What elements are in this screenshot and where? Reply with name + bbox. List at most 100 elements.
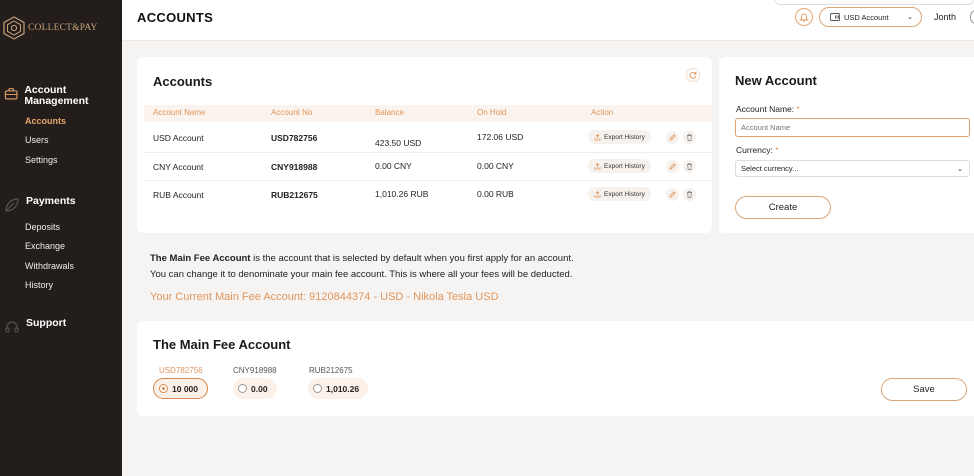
column-header-account-no: Account No [271, 108, 313, 117]
sidebar-item-deposits[interactable]: Deposits [25, 218, 122, 237]
currency-select[interactable]: Select currency... ⌄ [735, 160, 970, 177]
fee-option: RUB212675 1,010.26 [308, 366, 369, 399]
refresh-button[interactable] [686, 68, 700, 82]
nav-head-label: Payments [26, 195, 76, 207]
brand-name: COLLECT&PAY [28, 23, 98, 33]
nav-section-support: Support [0, 318, 122, 335]
required-mark: * [796, 104, 800, 114]
chevron-down-icon: ⌄ [957, 165, 963, 173]
main-fee-title: The Main Fee Account [153, 337, 291, 352]
edit-button[interactable] [666, 131, 679, 144]
export-icon [594, 162, 601, 169]
create-button[interactable]: Create [735, 196, 831, 219]
export-history-button[interactable]: Export History [588, 130, 651, 144]
trash-icon [687, 134, 692, 141]
nav-head-label: Support [26, 317, 67, 329]
account-name: CNY Account [153, 162, 204, 172]
export-history-button[interactable]: Export History [588, 159, 651, 173]
briefcase-icon [4, 88, 18, 100]
headset-icon [5, 321, 19, 333]
export-history-label: Export History [604, 133, 645, 141]
sidebar-item-exchange[interactable]: Exchange [25, 237, 122, 256]
radio-unselected-icon [313, 384, 322, 393]
bell-icon [799, 13, 809, 22]
sidebar-item-withdrawals[interactable]: Withdrawals [25, 257, 122, 276]
account-balance: 1,010.26 RUB [375, 189, 429, 199]
fee-info-rest: is the account that is selected by defau… [250, 253, 574, 264]
pencil-icon [669, 163, 676, 170]
account-name: USD Account [153, 133, 204, 143]
fee-option-radio[interactable]: 10 000 [153, 378, 208, 399]
accounts-title: Accounts [153, 74, 213, 89]
account-on-hold: 172.06 USD [477, 132, 524, 142]
edit-button[interactable] [666, 160, 679, 173]
refresh-icon [689, 71, 697, 79]
new-account-title: New Account [735, 73, 817, 88]
radio-selected-icon [159, 384, 168, 393]
nav-head-account-management[interactable]: Account Management [0, 85, 122, 107]
account-on-hold: 0.00 CNY [477, 161, 514, 171]
nav-head-support[interactable]: Support [0, 318, 122, 335]
delete-button[interactable] [683, 131, 696, 144]
currency-label-text: Currency: [736, 145, 773, 155]
account-selector-label: USD Account [844, 12, 889, 22]
nav-section-payments: Payments Deposits Exchange Withdrawals H… [0, 196, 122, 295]
avatar[interactable] [970, 10, 974, 24]
fee-option-value: 10 000 [172, 383, 198, 394]
trash-icon [687, 163, 692, 170]
fee-option-label: RUB212675 [309, 366, 353, 375]
account-name: RUB Account [153, 190, 204, 200]
fee-info-line-2: You can change it to denominate your mai… [150, 269, 573, 280]
topbar: ACCOUNTS USD Account ⌄ Jonth [122, 0, 974, 41]
row-divider [144, 180, 712, 181]
fee-option-radio[interactable]: 0.00 [233, 378, 277, 399]
export-history-button[interactable]: Export History [588, 187, 651, 201]
account-number: RUB212675 [271, 190, 318, 200]
leaf-icon [5, 198, 19, 212]
sidebar-item-history[interactable]: History [25, 276, 122, 295]
row-divider [144, 152, 712, 153]
column-header-balance: Balance [375, 108, 404, 117]
required-mark: * [775, 145, 779, 155]
user-name[interactable]: Jonth [934, 12, 956, 22]
brand-logo[interactable]: COLLECT&PAY [3, 16, 98, 40]
wallet-icon [830, 13, 840, 21]
column-header-account-name: Account Name [153, 108, 206, 117]
notification-button[interactable] [795, 8, 813, 26]
page-title: ACCOUNTS [137, 10, 214, 25]
account-on-hold: 0.00 RUB [477, 189, 514, 199]
nav-head-label: Account Management [24, 84, 89, 107]
fee-option-value: 1,010.26 [326, 383, 360, 394]
export-icon [594, 190, 601, 197]
table-header [144, 105, 712, 122]
account-selector[interactable]: USD Account ⌄ [819, 7, 922, 27]
currency-select-value: Select currency... [741, 164, 799, 173]
sidebar-item-users[interactable]: Users [25, 131, 122, 150]
account-number: USD782756 [271, 133, 318, 143]
sidebar-item-accounts[interactable]: Accounts [25, 112, 122, 131]
top-decor [774, 0, 974, 5]
nav-head-payments[interactable]: Payments [0, 196, 122, 213]
radio-unselected-icon [238, 384, 247, 393]
current-fee-account: Your Current Main Fee Account: 912084437… [150, 291, 499, 303]
main-fee-card: The Main Fee Account USD782756 10 000 CN… [137, 321, 974, 416]
accounts-card: Accounts Account Name Account No Balance… [137, 57, 712, 233]
edit-button[interactable] [666, 188, 679, 201]
save-button[interactable]: Save [881, 378, 967, 401]
pencil-icon [669, 191, 676, 198]
account-name-input[interactable] [735, 118, 970, 137]
fee-option-value: 0.00 [251, 383, 268, 394]
sidebar-item-settings[interactable]: Settings [25, 151, 122, 170]
export-history-label: Export History [604, 190, 645, 198]
fee-option-radio[interactable]: 1,010.26 [308, 378, 369, 399]
delete-button[interactable] [683, 188, 696, 201]
account-balance: 0.00 CNY [375, 161, 412, 171]
hexagon-logo-icon [3, 16, 25, 40]
column-header-on-hold: On Hold [477, 108, 507, 117]
new-account-card: New Account Account Name: * Currency: * … [719, 57, 974, 233]
account-name-label-text: Account Name: [736, 104, 795, 114]
fee-option: USD782756 10 000 [153, 366, 208, 399]
fee-option-label: USD782756 [159, 366, 203, 375]
delete-button[interactable] [683, 160, 696, 173]
account-name-label: Account Name: * [736, 104, 800, 114]
